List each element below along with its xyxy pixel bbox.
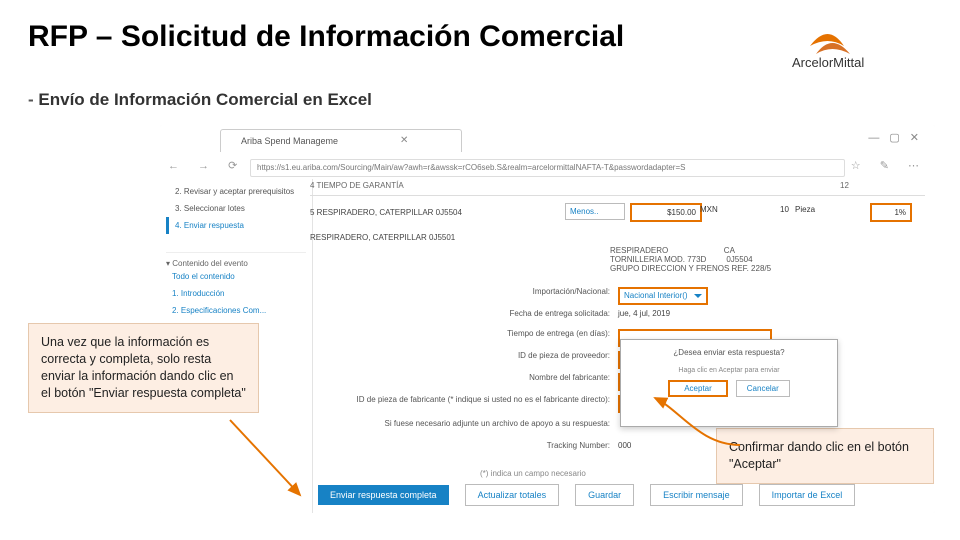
sidebar-step-3[interactable]: 3. Seleccionar lotes [166,200,306,217]
required-note: (*) indica un campo necesario [480,469,586,478]
sidebar-link-spec[interactable]: 2. Especificaciones Com... [166,302,306,319]
browser-tab[interactable]: Ariba Spend Manageme [220,129,462,152]
row-import: Importación/Nacional:Nacional Interior() [310,287,925,305]
menos-button[interactable]: Menos.. [565,203,625,220]
sidebar-content-header[interactable]: ▾ Contenido del evento [166,252,306,268]
import-excel-button[interactable]: Importar de Excel [759,484,856,506]
save-button[interactable]: Guardar [575,484,634,506]
browser-titlebar: Ariba Spend Manageme ✕ —▢✕ [160,125,935,154]
confirm-dialog: ¿Desea enviar esta respuesta? Haga clic … [620,339,838,427]
qty-label: 10 [780,205,789,214]
sidebar-link-intro[interactable]: 1. Introducción [166,285,306,302]
callout-submit-hint: Una vez que la información es correcta y… [28,323,259,413]
accept-button[interactable]: Aceptar [668,380,728,397]
slide-title: RFP – Solicitud de Información Comercial [28,20,624,54]
svg-text:ArcelorMittal: ArcelorMittal [792,55,864,70]
sidebar-step-4[interactable]: 4. Enviar respuesta [166,217,306,234]
nav-back-forward-icons[interactable]: ← → ⟳ [168,159,245,172]
percent-input[interactable]: 1% [870,203,912,222]
submit-full-response-button[interactable]: Enviar respuesta completa [318,485,449,505]
row-delivery-date: Fecha de entrega solicitada:jue, 4 jul, … [310,309,925,327]
window-controls[interactable]: —▢✕ [868,131,929,144]
slide-subtitle: - Envío de Información Comercial en Exce… [28,90,372,110]
browser-addressbar: ← → ⟳ https://s1.eu.ariba.com/Sourcing/M… [160,153,935,180]
sidebar-link-all[interactable]: Todo el contenido [166,268,306,285]
update-totals-button[interactable]: Actualizar totales [465,484,560,506]
action-button-bar: Enviar respuesta completa Actualizar tot… [300,481,935,509]
dialog-question: ¿Desea enviar esta respuesta? [629,348,829,357]
item-description: RESPIRADERO, CATERPILLAR 0J5501 RESPIRAD… [310,229,925,273]
dialog-hint: Haga clic en Aceptar para enviar [629,367,829,374]
currency-label: MXN [700,205,718,214]
sidebar-step-2[interactable]: 2. Revisar y aceptar prerequisitos [166,183,306,200]
price-input[interactable]: $150.00 [630,203,702,222]
import-select[interactable]: Nacional Interior() [618,287,708,305]
callout-accept-hint: Confirmar dando clic en el botón "Acepta… [716,428,934,484]
col-warranty: 4 TIEMPO DE GARANTÍA [310,181,404,190]
write-message-button[interactable]: Escribir mensaje [650,484,743,506]
tab-close-icon[interactable]: ✕ [400,135,408,146]
col-warranty-val: 12 [840,181,849,190]
arcelormittal-logo: ArcelorMittal [792,22,932,70]
cancel-button[interactable]: Cancelar [736,380,790,397]
unit-label: Pieza [795,205,815,214]
url-field[interactable]: https://s1.eu.ariba.com/Sourcing/Main/aw… [250,159,845,177]
browser-action-icons[interactable]: ☆ ✎ ⋯ [851,159,927,172]
